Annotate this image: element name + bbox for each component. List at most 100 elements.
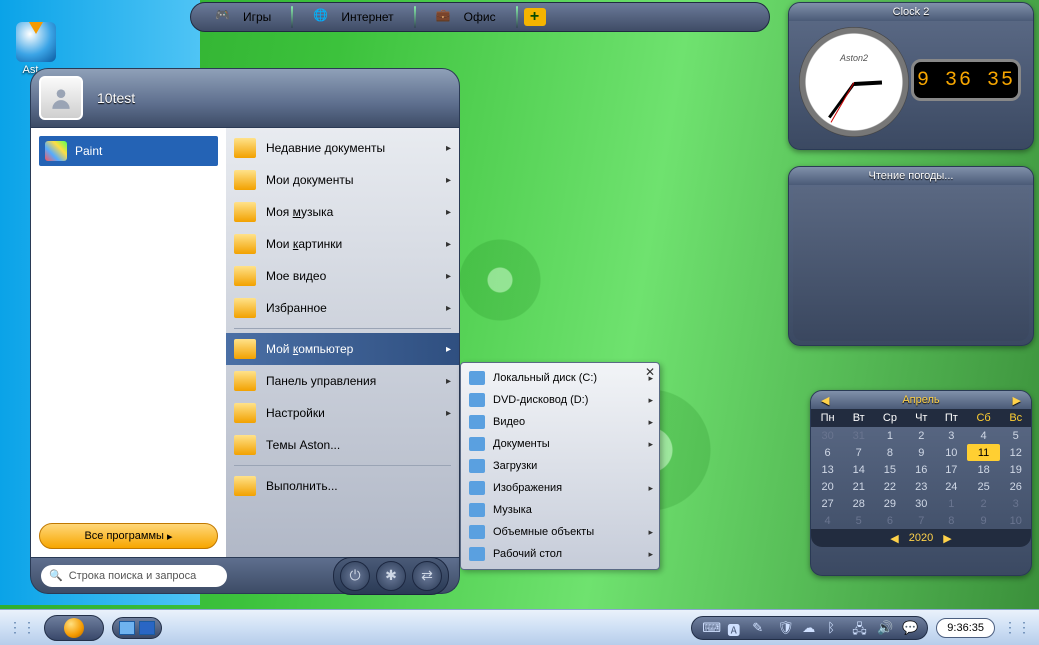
calendar-day[interactable]: 14 [844,461,873,478]
logoff-button[interactable]: ✱ [376,561,406,591]
calendar-day[interactable]: 18 [967,461,1001,478]
calendar-day[interactable]: 1 [936,495,967,512]
search-input[interactable]: 🔍 Строка поиска и запроса [41,565,227,587]
submenu-item[interactable]: Загрузки [461,455,659,477]
calendar-day[interactable]: 6 [811,444,844,461]
calendar-day[interactable]: 20 [811,478,844,495]
calendar-day[interactable]: 11 [967,444,1001,461]
calendar-day[interactable]: 7 [907,512,936,529]
start-menu-item[interactable]: Мои документы [226,164,459,196]
pen-icon[interactable]: ✎ [752,620,767,635]
topdock-add-button[interactable]: + [524,8,546,26]
calendar-day[interactable]: 3 [1000,495,1031,512]
folder-icon [234,298,256,318]
next-year-button[interactable]: ▶ [943,532,951,545]
topdock-item-gamepad[interactable]: 🎮Игры [201,6,285,28]
taskbar-grip[interactable]: ⋮⋮ [8,619,36,636]
submenu-item[interactable]: Документы [461,433,659,455]
calendar-day[interactable]: 5 [844,512,873,529]
calendar-day[interactable]: 17 [936,461,967,478]
ql-show-desktop[interactable] [119,621,135,635]
calendar-day[interactable]: 15 [873,461,906,478]
calendar-day[interactable]: 8 [936,512,967,529]
start-menu-item[interactable]: Панель управления [226,365,459,397]
calendar-day[interactable]: 2 [967,495,1001,512]
calendar-day[interactable]: 22 [873,478,906,495]
start-menu-item[interactable]: Избранное [226,292,459,324]
topdock-item-globe[interactable]: 🌐Интернет [299,6,407,28]
calendar-day[interactable]: 4 [811,512,844,529]
taskbar-grip-right[interactable]: ⋮⋮ [1003,619,1031,636]
calendar-day[interactable]: 30 [811,427,844,444]
user-avatar[interactable] [39,76,83,120]
pinned-app-paint[interactable]: Paint [39,136,218,166]
desktop-icon-aston[interactable]: Ast… [12,8,60,76]
all-programs-button[interactable]: Все программы ▸ [39,523,218,549]
calendar-day[interactable]: 19 [1000,461,1031,478]
start-menu-item[interactable]: Моя музыка [226,196,459,228]
start-menu-item[interactable]: Выполнить... [226,470,459,502]
calendar-day[interactable]: 31 [844,427,873,444]
keyboard-icon[interactable]: ⌨ [702,620,717,635]
taskbar-clock[interactable]: 9:36:35 [936,618,995,638]
power-button[interactable]: ⏻ [340,561,370,591]
calendar-day[interactable]: 23 [907,478,936,495]
calendar-day[interactable]: 10 [1000,512,1031,529]
start-menu-item-label: Темы Aston... [266,438,340,452]
onedrive-icon[interactable]: ☁ [802,620,817,635]
topdock-item-briefcase[interactable]: 💼Офис [422,6,510,28]
submenu-item[interactable]: Локальный диск (C:) [461,367,659,389]
start-button[interactable] [44,615,104,641]
calendar-day[interactable]: 30 [907,495,936,512]
clock-widget[interactable]: Clock 2 Aston2 9 36 35 [788,2,1034,150]
volume-icon[interactable]: 🔊 [877,620,892,635]
calendar-day[interactable]: 29 [873,495,906,512]
calendar-day[interactable]: 10 [936,444,967,461]
calendar-day[interactable]: 25 [967,478,1001,495]
submenu-item[interactable]: Объемные объекты [461,521,659,543]
ql-explorer[interactable] [139,621,155,635]
calendar-day[interactable]: 12 [1000,444,1031,461]
submenu-item[interactable]: Рабочий стол [461,543,659,565]
submenu-item-label: Музыка [493,504,532,516]
start-menu-item[interactable]: Недавние документы [226,132,459,164]
start-menu-item[interactable]: Мои картинки [226,228,459,260]
calendar-day[interactable]: 6 [873,512,906,529]
calendar-day[interactable]: 27 [811,495,844,512]
keyboard-layout-icon[interactable]: 🅰 [727,620,742,635]
calendar-day[interactable]: 24 [936,478,967,495]
next-month-button[interactable]: ▶ [1013,394,1021,407]
calendar-day[interactable]: 21 [844,478,873,495]
calendar-day[interactable]: 9 [907,444,936,461]
calendar-day[interactable]: 7 [844,444,873,461]
calendar-day[interactable]: 2 [907,427,936,444]
calendar-day[interactable]: 16 [907,461,936,478]
calendar-day[interactable]: 3 [936,427,967,444]
calendar-day[interactable]: 4 [967,427,1001,444]
calendar-day[interactable]: 5 [1000,427,1031,444]
calendar-day[interactable]: 28 [844,495,873,512]
submenu-item[interactable]: Изображения [461,477,659,499]
calendar-widget[interactable]: ◀ Апрель ▶ ПнВтСрЧтПтСбВс303112345678910… [810,390,1032,576]
start-menu-item[interactable]: Мой компьютер [226,333,459,365]
network-icon[interactable]: 🖧 [852,620,867,635]
start-menu-item[interactable]: Темы Aston... [226,429,459,461]
calendar-day[interactable]: 8 [873,444,906,461]
submenu-item[interactable]: DVD-дисковод (D:) [461,389,659,411]
calendar-day[interactable]: 26 [1000,478,1031,495]
prev-month-button[interactable]: ◀ [821,394,829,407]
start-menu-item[interactable]: Настройки [226,397,459,429]
action-center-icon[interactable]: 💬 [902,620,917,635]
submenu-item[interactable]: Видео [461,411,659,433]
weather-widget[interactable]: Чтение погоды... [788,166,1034,346]
shield-icon[interactable]: 🛡 [777,620,792,635]
switch-user-button[interactable]: ⇄ [412,561,442,591]
prev-year-button[interactable]: ◀ [890,532,898,545]
calendar-day[interactable]: 13 [811,461,844,478]
calendar-day[interactable]: 1 [873,427,906,444]
submenu-item[interactable]: Музыка [461,499,659,521]
bluetooth-icon[interactable]: ᛒ [827,620,842,635]
start-menu-item[interactable]: Мое видео [226,260,459,292]
submenu-item-label: Локальный диск (C:) [493,372,597,384]
calendar-day[interactable]: 9 [967,512,1001,529]
